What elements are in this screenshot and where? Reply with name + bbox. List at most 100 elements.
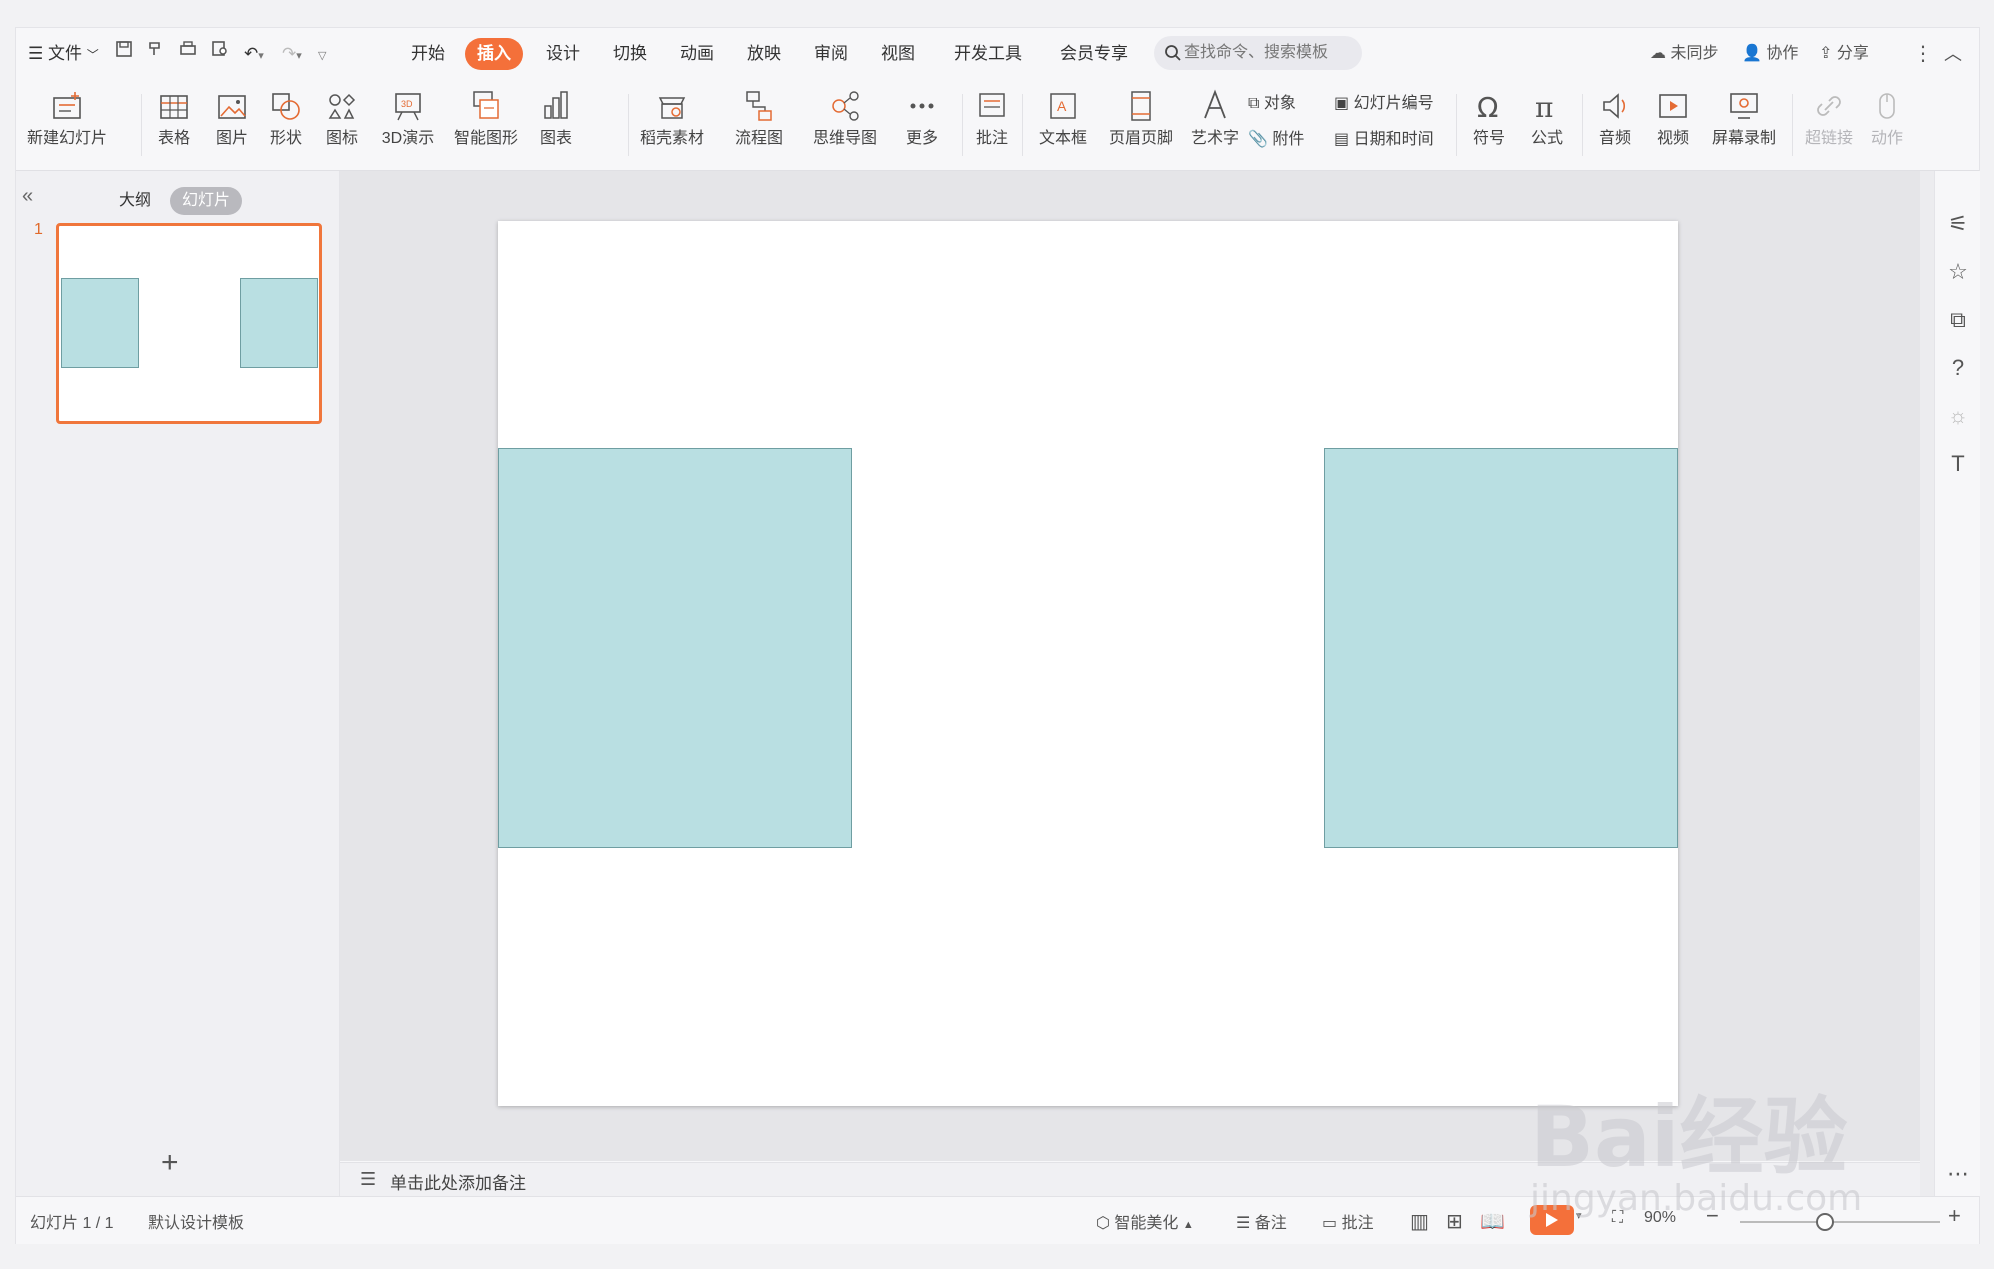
search-input[interactable]: 查找命令、搜索模板 bbox=[1154, 36, 1362, 70]
tab-home[interactable]: 开始 bbox=[411, 38, 445, 70]
table-label: 表格 bbox=[157, 130, 190, 147]
action-button[interactable]: 动作 bbox=[1862, 84, 1912, 164]
flowchart-icon bbox=[746, 91, 772, 121]
tab-developer[interactable]: 开发工具 bbox=[954, 38, 1022, 70]
action-label: 动作 bbox=[1870, 130, 1903, 147]
rectangle-shape-right[interactable] bbox=[1324, 448, 1678, 848]
beautify-label: 智能美化 bbox=[1114, 1215, 1179, 1232]
share-button[interactable]: ⇪ 分享 bbox=[1819, 38, 1869, 70]
slide-canvas[interactable] bbox=[498, 221, 1678, 1106]
picture-icon bbox=[218, 95, 246, 119]
comment-toggle-label: 批注 bbox=[1341, 1215, 1374, 1232]
sync-button[interactable]: ☁ 未同步 bbox=[1650, 38, 1718, 70]
textbox-button[interactable]: A 文本框 bbox=[1028, 84, 1098, 164]
lightbulb-icon[interactable]: ☼ bbox=[1945, 403, 1971, 429]
menu-bar: ☰ 文件 ﹀ ↶▾ ↷▾ ▽ 开始 插入 设计 切换 动画 放映 审阅 视图 开… bbox=[16, 28, 1979, 80]
more-icon[interactable]: ⋯ bbox=[1945, 1161, 1971, 1187]
thumbnail-rectangle-left bbox=[61, 278, 139, 368]
tab-outline[interactable]: 大纲 bbox=[119, 187, 151, 215]
more-options-icon[interactable]: ⋮ bbox=[1913, 38, 1933, 70]
collapse-panel-icon[interactable]: « bbox=[22, 185, 33, 208]
shape-icon bbox=[272, 93, 300, 120]
vertical-scrollbar[interactable] bbox=[1920, 171, 1934, 1196]
textbox-icon: A bbox=[1050, 93, 1076, 119]
chart-button[interactable]: 图表 bbox=[526, 84, 586, 164]
customize-icon[interactable]: ▽ bbox=[318, 38, 326, 70]
tab-animation[interactable]: 动画 bbox=[680, 38, 714, 70]
undo-icon[interactable]: ↶▾ bbox=[244, 38, 264, 70]
slide-thumbnail[interactable] bbox=[56, 223, 322, 424]
reading-view-icon[interactable]: 📖 bbox=[1480, 1209, 1505, 1234]
audio-button[interactable]: 音频 bbox=[1588, 84, 1642, 164]
share-icon: ⇪ bbox=[1819, 45, 1833, 62]
shape-button[interactable]: 形状 bbox=[256, 84, 316, 164]
sorter-view-icon[interactable]: ⊞ bbox=[1446, 1209, 1463, 1234]
flowchart-button[interactable]: 流程图 bbox=[722, 84, 796, 164]
header-footer-button[interactable]: 页眉页脚 bbox=[1102, 84, 1180, 164]
svg-text:A: A bbox=[1057, 98, 1067, 114]
save-icon[interactable] bbox=[114, 38, 134, 70]
collab-button[interactable]: 👤 协作 bbox=[1742, 38, 1798, 70]
add-slide-icon[interactable]: + bbox=[161, 1146, 179, 1180]
properties-icon[interactable]: ⚟ bbox=[1945, 211, 1971, 237]
tab-slideshow[interactable]: 放映 bbox=[747, 38, 781, 70]
notes-button[interactable]: ☰ 备注 bbox=[1236, 1209, 1287, 1233]
zoom-in-icon[interactable]: + bbox=[1948, 1203, 1961, 1229]
rectangle-shape-left[interactable] bbox=[498, 448, 852, 848]
redo-icon[interactable]: ↷▾ bbox=[282, 38, 302, 70]
template-name[interactable]: 默认设计模板 bbox=[148, 1209, 244, 1233]
symbol-button[interactable]: Ω 符号 bbox=[1462, 84, 1516, 164]
normal-view-icon[interactable]: ▥ bbox=[1410, 1209, 1429, 1234]
table-button[interactable]: 表格 bbox=[144, 84, 204, 164]
tab-view[interactable]: 视图 bbox=[881, 38, 915, 70]
daoke-material-button[interactable]: 稻壳素材 bbox=[630, 84, 714, 164]
wordart-button[interactable]: 艺术字 bbox=[1182, 84, 1248, 164]
svg-text:3D: 3D bbox=[401, 99, 413, 109]
slide-panel: « 大纲 幻灯片 1 + bbox=[16, 171, 340, 1196]
mouse-icon bbox=[1879, 93, 1895, 119]
more-button[interactable]: 更多 bbox=[892, 84, 952, 164]
speaker-icon bbox=[1603, 93, 1626, 119]
file-menu[interactable]: ☰ 文件 ﹀ bbox=[28, 38, 99, 70]
mindmap-label: 思维导图 bbox=[812, 130, 877, 147]
cloud-icon: ☁ bbox=[1650, 45, 1666, 62]
tab-review[interactable]: 审阅 bbox=[814, 38, 848, 70]
video-label: 视频 bbox=[1656, 130, 1689, 147]
mindmap-button[interactable]: 思维导图 bbox=[802, 84, 888, 164]
zoom-slider[interactable] bbox=[1740, 1221, 1940, 1223]
picture-button[interactable]: 图片 bbox=[202, 84, 262, 164]
tab-member[interactable]: 会员专享 bbox=[1060, 38, 1128, 70]
screen-record-button[interactable]: 屏幕录制 bbox=[1704, 84, 1784, 164]
smartart-button[interactable]: 智能图形 bbox=[444, 84, 528, 164]
print-preview-icon[interactable] bbox=[210, 38, 230, 70]
video-button[interactable]: 视频 bbox=[1646, 84, 1700, 164]
tab-design[interactable]: 设计 bbox=[546, 38, 580, 70]
format-painter-icon[interactable] bbox=[146, 38, 166, 70]
datetime-button[interactable]: ▤ 日期和时间 bbox=[1334, 126, 1434, 154]
comment-toggle-button[interactable]: ▭ 批注 bbox=[1322, 1209, 1374, 1233]
print-icon[interactable] bbox=[178, 38, 198, 70]
new-slide-button[interactable]: 新建幻灯片 bbox=[24, 84, 110, 164]
slide-number-button[interactable]: ▣ 幻灯片编号 bbox=[1334, 90, 1434, 118]
3d-button[interactable]: 3D 3D演示 bbox=[372, 84, 444, 164]
favorites-icon[interactable]: ☆ bbox=[1945, 259, 1971, 285]
tab-slides[interactable]: 幻灯片 bbox=[170, 187, 243, 215]
comment-button[interactable]: 批注 bbox=[964, 84, 1020, 164]
collab-label: 协作 bbox=[1766, 45, 1799, 62]
copy-icon[interactable]: ⧉ bbox=[1945, 307, 1971, 333]
hyperlink-button[interactable]: 超链接 bbox=[1796, 84, 1862, 164]
comment-icon bbox=[979, 93, 1005, 117]
datetime-label: 日期和时间 bbox=[1353, 131, 1434, 148]
tab-insert[interactable]: 插入 bbox=[465, 38, 523, 70]
tab-transition[interactable]: 切换 bbox=[613, 38, 647, 70]
object-button[interactable]: ⧉ 对象 bbox=[1248, 90, 1296, 118]
omega-icon: Ω bbox=[1477, 91, 1498, 124]
icon-button[interactable]: 图标 bbox=[312, 84, 372, 164]
attachment-button[interactable]: 📎 附件 bbox=[1248, 126, 1304, 154]
text-icon[interactable]: T bbox=[1945, 451, 1971, 477]
ribbon-insert: 新建幻灯片 表格 图片 形状 图标 3D 3D演示 智能图形 图表 稻壳素材 流… bbox=[16, 80, 1979, 171]
beautify-button[interactable]: ⬡ 智能美化 ▲ bbox=[1096, 1209, 1194, 1233]
formula-button[interactable]: π 公式 bbox=[1520, 84, 1574, 164]
collapse-ribbon-icon[interactable]: ︿ bbox=[1944, 38, 1962, 70]
help-icon[interactable]: ? bbox=[1945, 355, 1971, 381]
